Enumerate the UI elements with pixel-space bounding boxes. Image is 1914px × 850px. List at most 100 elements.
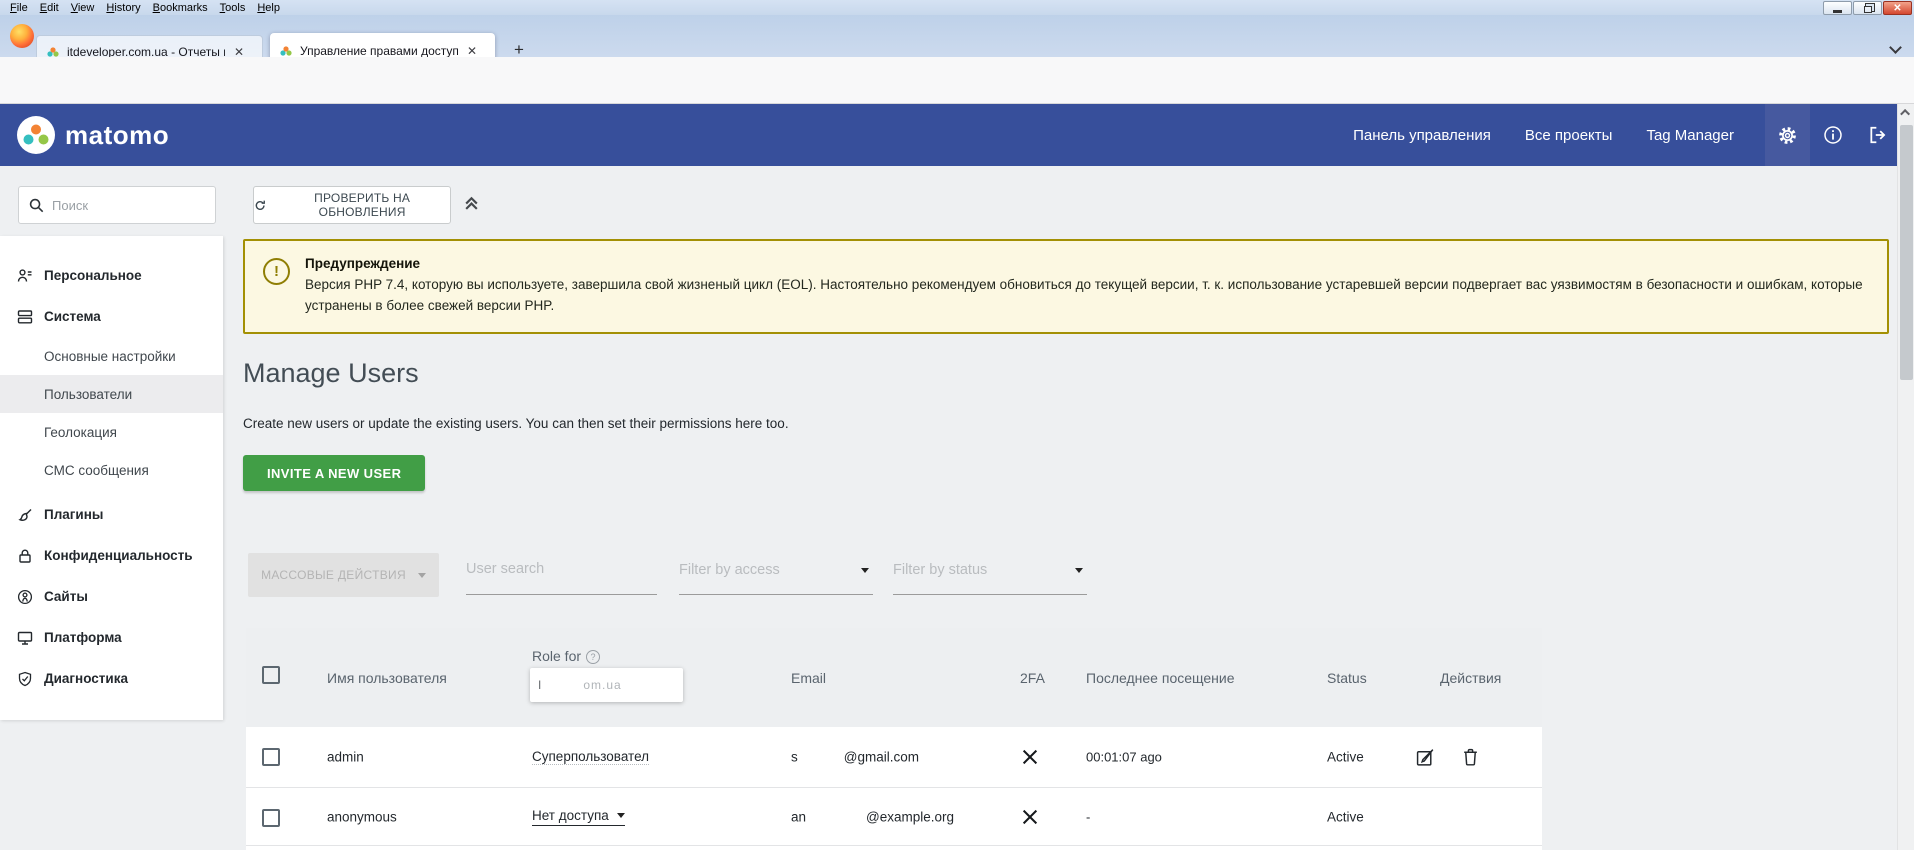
menu-help[interactable]: Help	[251, 2, 286, 14]
twofa-disabled-icon	[1022, 809, 1038, 825]
browser-menubar: File Edit View History Bookmarks Tools H…	[0, 0, 1914, 15]
role-dropdown[interactable]: Нет доступа	[532, 808, 625, 826]
nav-all-websites[interactable]: Все проекты	[1525, 127, 1613, 144]
twofa-disabled-icon	[1022, 749, 1038, 765]
close-button[interactable]: ✕	[1883, 1, 1912, 15]
username-cell: admin	[327, 750, 364, 765]
col-email: Email	[791, 670, 826, 686]
user-icon	[17, 268, 33, 284]
chevron-down-icon	[1075, 568, 1083, 573]
help-button[interactable]	[1810, 104, 1855, 166]
select-all-checkbox[interactable]	[262, 666, 280, 684]
email-redaction	[806, 811, 866, 821]
collapse-menu-icon[interactable]	[463, 194, 480, 211]
col-actions: Действия	[1440, 670, 1501, 686]
email-cell: an@example.org	[791, 809, 954, 824]
row-checkbox[interactable]	[262, 809, 280, 827]
check-updates-button[interactable]: ПРОВЕРИТЬ НА ОБНОВЛЕНИЯ	[253, 186, 451, 224]
page-title: Manage Users	[243, 358, 419, 389]
invite-user-button[interactable]: INVITE A NEW USER	[243, 455, 425, 491]
col-status: Status	[1327, 670, 1367, 686]
nav-dashboard[interactable]: Панель управления	[1353, 127, 1491, 144]
status-badge: Active	[1327, 809, 1364, 824]
bulk-actions-button[interactable]: МАССОВЫЕ ДЕЙСТВИЯ	[248, 553, 439, 597]
menu-edit[interactable]: Edit	[34, 2, 65, 14]
filter-by-access-select[interactable]: Filter by access	[679, 553, 873, 595]
row-checkbox[interactable]	[262, 748, 280, 766]
table-row-anonymous: anonymous Нет доступа an@example.org - A…	[246, 788, 1542, 846]
tab-title: Управление правами доступа	[300, 44, 458, 58]
firefox-icon[interactable]	[10, 24, 34, 48]
nav-tag-manager[interactable]: Tag Manager	[1646, 127, 1734, 144]
user-search-input[interactable]	[466, 553, 657, 577]
system-icon	[17, 309, 33, 325]
restore-button[interactable]	[1853, 1, 1882, 15]
last-seen-cell: -	[1086, 809, 1090, 824]
search-icon	[29, 198, 44, 213]
tab-close-icon[interactable]: ✕	[464, 44, 480, 58]
screen: File Edit View History Bookmarks Tools H…	[0, 0, 1914, 850]
matomo-header: matomo Панель управления Все проекты Tag…	[0, 104, 1914, 166]
browser-toolbar: ← → ⌂ https:// om.ua/index.php?idSite=1&…	[0, 57, 1914, 104]
sidebar-item-personal[interactable]: Персональное	[0, 255, 223, 296]
status-badge: Active	[1327, 750, 1364, 765]
sidebar-item-general-settings[interactable]: Основные настройки	[0, 337, 223, 375]
chevron-down-icon	[861, 568, 869, 573]
sidebar-item-geolocation[interactable]: Геолокация	[0, 413, 223, 451]
user-search-field[interactable]	[466, 553, 657, 595]
sidebar-item-users[interactable]: Пользователи	[0, 375, 223, 413]
role-site-selector[interactable]: I om.ua	[530, 668, 683, 702]
tab-strip: itdeveloper.com.ua - Отчеты ве ✕ Управле…	[0, 15, 1914, 57]
sidebar-item-platform[interactable]: Платформа	[0, 617, 223, 658]
menu-history[interactable]: History	[100, 2, 146, 14]
check-updates-label: ПРОВЕРИТЬ НА ОБНОВЛЕНИЯ	[274, 191, 450, 219]
refresh-icon	[254, 199, 266, 212]
col-role: Role for?	[532, 648, 600, 664]
minimize-button[interactable]	[1823, 1, 1852, 15]
role-cell[interactable]: Суперпользовател	[532, 749, 649, 765]
chevron-down-icon	[617, 813, 625, 818]
last-seen-cell: 00:01:07 ago	[1086, 750, 1162, 765]
sites-icon	[17, 589, 33, 605]
col-2fa: 2FA	[1020, 670, 1045, 686]
table-header: Имя пользователя Role for? I om.ua Email…	[246, 628, 1542, 727]
platform-monitor-icon	[17, 630, 33, 646]
warning-title: Предупреждение	[305, 256, 1869, 271]
redacted-site-fragment: I	[538, 678, 541, 692]
redacted-site-fragment: om.ua	[583, 678, 621, 692]
lock-icon	[17, 548, 33, 564]
filter-by-status-select[interactable]: Filter by status	[893, 553, 1087, 595]
sidebar-item-system[interactable]: Система	[0, 296, 223, 337]
menu-file[interactable]: File	[4, 2, 34, 14]
warning-text: Версия PHP 7.4, которую вы используете, …	[305, 275, 1869, 317]
search-input[interactable]	[52, 198, 192, 213]
delete-user-icon[interactable]	[1462, 748, 1479, 767]
scrollbar-up-arrow[interactable]	[1898, 104, 1914, 121]
help-icon[interactable]: ?	[586, 650, 600, 664]
edit-user-icon[interactable]	[1416, 748, 1435, 767]
diagnostics-shield-icon	[17, 671, 33, 687]
brand-name: matomo	[65, 120, 169, 151]
warning-icon: !	[263, 258, 290, 285]
users-table: Имя пользователя Role for? I om.ua Email…	[246, 628, 1542, 850]
col-username: Имя пользователя	[327, 670, 447, 686]
email-redaction	[798, 752, 844, 762]
admin-gear-button[interactable]	[1765, 104, 1810, 166]
menu-bookmarks[interactable]: Bookmarks	[147, 2, 214, 14]
logout-button[interactable]	[1855, 104, 1900, 166]
matomo-brand[interactable]: matomo	[16, 115, 169, 155]
matomo-logo	[16, 115, 56, 155]
menu-tools[interactable]: Tools	[214, 2, 252, 14]
email-cell: s@gmail.com	[791, 750, 919, 765]
sidebar-item-plugins[interactable]: Плагины	[0, 494, 223, 535]
sidebar-item-websites[interactable]: Сайты	[0, 576, 223, 617]
sidebar-item-diagnostics[interactable]: Диагностика	[0, 658, 223, 699]
sidebar-item-sms[interactable]: СМС сообщения	[0, 451, 223, 489]
menu-view[interactable]: View	[65, 2, 101, 14]
page-subtitle: Create new users or update the existing …	[243, 416, 789, 431]
list-tabs-chevron-icon[interactable]	[1889, 41, 1902, 54]
scrollbar-thumb[interactable]	[1900, 125, 1913, 380]
sidebar-item-privacy[interactable]: Конфиденциальность	[0, 535, 223, 576]
admin-search[interactable]	[18, 186, 216, 224]
page-scrollbar[interactable]	[1897, 104, 1914, 850]
